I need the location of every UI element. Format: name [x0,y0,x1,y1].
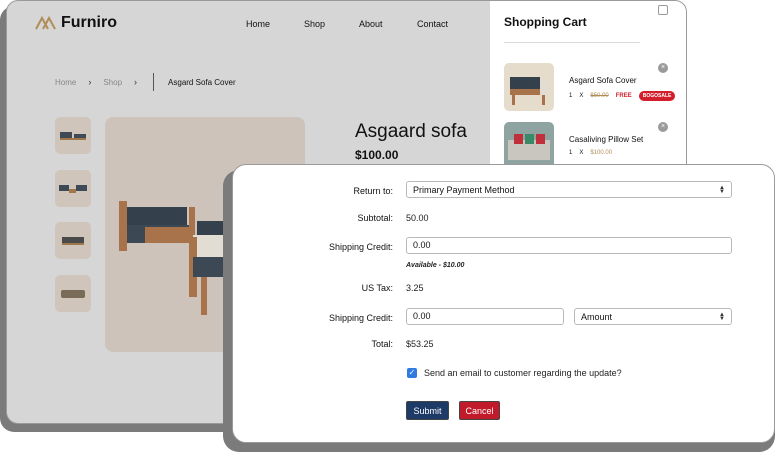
stage: Furniro Home Shop About Contact Home › S… [0,0,775,452]
sofa-icon [510,77,548,105]
nav-contact[interactable]: Contact [417,19,448,29]
cart-close-icon[interactable] [658,5,668,15]
breadcrumb-divider [153,73,155,91]
tax-value: 3.25 [406,283,424,293]
cart-item-name[interactable]: Asgard Sofa Cover [569,76,637,85]
shipping-credit-label: Shipping Credit: [328,242,393,252]
available-note: Available - $10.00 [406,262,465,269]
product-title: Asgaard sofa [355,121,467,142]
sofa-icon [60,131,86,140]
cart-item-image [504,63,554,111]
cart-item-name[interactable]: Casaliving Pillow Set [569,135,643,144]
remove-item-icon[interactable]: × [658,122,668,132]
product-thumbnail[interactable] [55,222,91,259]
return-to-value: Primary Payment Method [413,184,515,195]
amount-select[interactable]: Amount ▲ ▼ [574,308,732,325]
email-checkbox[interactable]: ✓ [407,368,417,378]
multiply-sign: X [579,150,584,156]
return-to-select[interactable]: Primary Payment Method ▲ ▼ [406,181,732,198]
product-thumbnail[interactable] [55,117,91,154]
cart-item-line: 1 X $50.00 FREE BOGOSALE [569,91,676,101]
cart-item-line: 1 X $100.00 [569,150,612,156]
refund-dialog: Return to: Primary Payment Method ▲ ▼ Sub… [232,164,775,443]
nav-about[interactable]: About [359,19,383,29]
tax-label: US Tax: [361,283,393,293]
chevron-right-icon: › [88,77,92,87]
submit-button[interactable]: Submit [406,401,449,420]
subtotal-value: 50.00 [406,213,429,223]
cancel-button[interactable]: Cancel [459,401,500,420]
product-thumbnail[interactable] [55,275,91,312]
shipping-credit-input[interactable]: 0.00 [406,237,732,254]
cart-title: Shopping Cart [504,15,587,29]
cart-item-old-price: $50.00 [590,93,609,99]
shipping-credit-label-2: Shipping Credit: [328,313,393,323]
amount-select-value: Amount [581,311,613,322]
return-to-label: Return to: [353,186,393,196]
shipping-credit-value: 0.00 [413,240,431,250]
shipping-credit-input-2[interactable]: 0.00 [406,308,564,325]
sofa-icon [62,236,84,245]
chevron-right-icon: › [134,77,138,87]
cart-item-qty: 1 [569,93,573,99]
subtotal-label: Subtotal: [357,213,393,223]
cart-item-free: FREE [615,93,632,99]
sale-badge: BOGOSALE [638,91,676,101]
sofa-icon [59,184,87,193]
cart-item-price: $100.00 [590,150,613,156]
multiply-sign: X [579,93,584,99]
select-arrows-icon: ▲ ▼ [719,184,725,195]
logo-text: Furniro [61,14,117,31]
product-thumbnail[interactable] [55,170,91,207]
divider [504,42,640,43]
pillow-sofa-icon [508,134,550,160]
select-arrows-icon: ▲ ▼ [719,311,725,322]
total-value: $53.25 [406,339,434,349]
breadcrumb-shop[interactable]: Shop [103,78,122,87]
total-label: Total: [371,339,393,349]
logo[interactable]: Furniro [35,14,117,32]
email-checkbox-label[interactable]: Send an email to customer regarding the … [424,368,622,378]
logo-icon [35,16,56,30]
breadcrumb: Home › Shop › Asgard Sofa Cover [55,73,236,91]
sofa-icon [61,289,85,298]
remove-item-icon[interactable]: × [658,63,668,73]
cart-item-qty: 1 [569,150,573,156]
breadcrumb-home[interactable]: Home [55,78,76,87]
nav-home[interactable]: Home [246,19,270,29]
cart-item-image [504,122,554,170]
shipping-credit-value-2: 0.00 [413,311,431,321]
product-price: $100.00 [355,148,399,162]
nav-shop[interactable]: Shop [304,19,325,29]
breadcrumb-current: Asgard Sofa Cover [168,77,236,87]
